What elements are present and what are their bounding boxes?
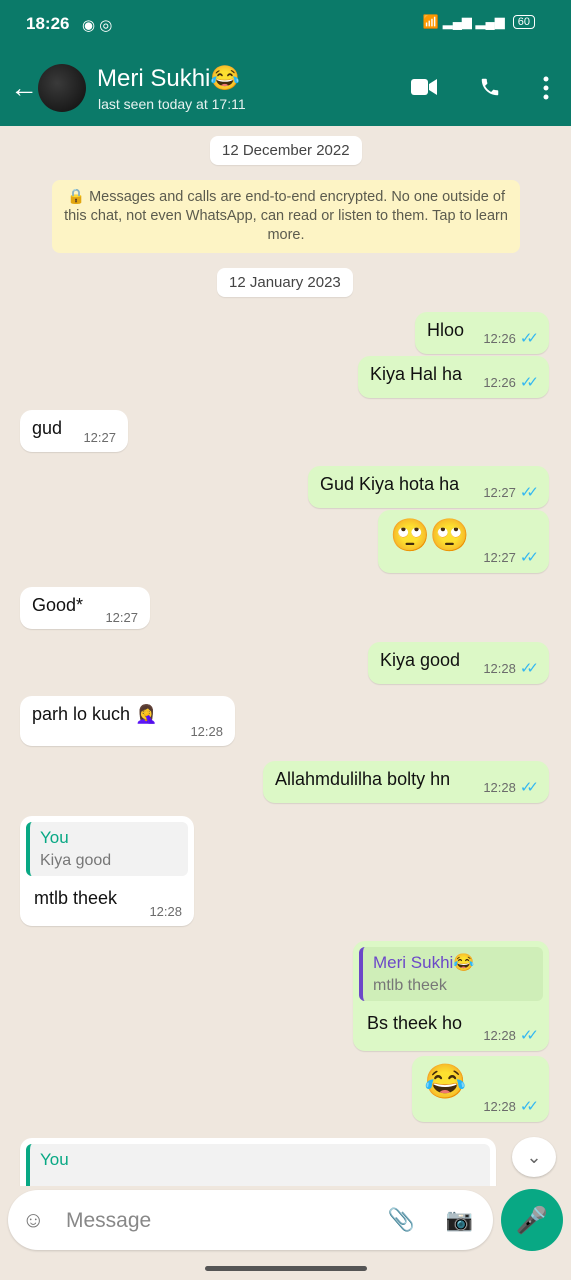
quoted-message[interactable]: You [26,1144,490,1186]
more-vert-icon[interactable] [543,76,549,100]
message-out[interactable]: Gud Kiya hota ha 12:27 ✓✓ [308,466,549,508]
message-out-reply[interactable]: Meri Sukhi😂 mtlb theek Bs theek ho 12:28… [353,941,549,1051]
message-in[interactable]: gud 12:27 [20,410,128,452]
message-time: 12:27 [483,549,516,565]
message-out[interactable]: Allahmdulilha bolty hn 12:28 ✓✓ [263,761,549,803]
paperclip-icon[interactable]: 📎 [388,1207,415,1233]
message-out[interactable]: 🙄🙄 12:27 ✓✓ [378,510,549,573]
message-time: 12:28 [483,1098,516,1114]
message-out[interactable]: 😂 12:28 ✓✓ [412,1056,549,1122]
emoji-icon[interactable]: ☺ [22,1207,44,1233]
double-tick-icon: ✓✓ [519,549,539,566]
double-tick-icon: ✓✓ [519,374,539,391]
quote-author: You [40,828,69,847]
double-tick-icon: ✓✓ [519,330,539,347]
message-text: Kiya good [380,650,461,670]
quote-text: Kiya good [40,852,112,869]
chat-area[interactable]: 12 December 2022 🔒 Messages and calls ar… [0,126,571,1186]
mic-icon[interactable]: 🎤 [501,1189,563,1251]
notification-icons: ◉ ◎ [82,17,113,34]
chevron-down-icon[interactable]: ⌄ [512,1137,556,1177]
double-tick-icon: ✓✓ [519,1027,539,1044]
encryption-notice[interactable]: 🔒 Messages and calls are end-to-end encr… [52,180,520,253]
last-seen: last seen today at 17:11 [98,96,246,112]
date-chip: 12 December 2022 [210,136,362,165]
message-input[interactable] [64,1202,368,1240]
message-text: gud [32,418,63,438]
status-bar: 18:26 ◉ ◎ 📶 ▂▄▆ ▂▄▆ 60 [0,0,571,50]
message-time: 12:26 [483,374,516,390]
quote-text: mtlb theek [373,977,447,994]
message-in-reply[interactable]: You Kiya good mtlb theek 12:28 [20,816,194,926]
message-out[interactable]: Kiya good 12:28 ✓✓ [368,642,549,684]
home-indicator[interactable] [205,1266,367,1271]
double-tick-icon: ✓✓ [519,660,539,677]
message-text: Allahmdulilha bolty hn [275,769,451,789]
quoted-message[interactable]: You Kiya good [26,822,188,876]
message-out[interactable]: Kiya Hal ha 12:26 ✓✓ [358,356,549,398]
message-time: 12:28 [483,779,516,795]
message-text: parh lo kuch 🤦‍♀️ [32,704,158,724]
avatar[interactable] [38,64,86,112]
phone-icon[interactable] [477,76,503,98]
message-composer: ☺ 📎 📷 [8,1190,493,1250]
signal-icons: 📶 ▂▄▆ ▂▄▆ [422,14,505,29]
system-nav-bar [0,1258,571,1280]
battery-icon: 60 [512,15,535,29]
message-in[interactable]: Good* 12:27 [20,587,150,629]
double-tick-icon: ✓✓ [519,779,539,796]
message-time: 12:26 [483,330,516,346]
message-time: 12:27 [105,610,138,625]
status-time: 18:26 [26,14,70,33]
message-text: 🙄🙄 [390,517,470,553]
message-in-reply[interactable]: You [20,1138,496,1186]
message-time: 12:28 [483,660,516,676]
message-time: 12:28 [149,904,182,919]
message-in[interactable]: parh lo kuch 🤦‍♀️ 12:28 [20,696,235,746]
camera-icon[interactable]: 📷 [446,1207,473,1233]
message-text: 😂 [424,1063,467,1101]
chat-header: ← Meri Sukhi😂 last seen today at 17:11 [0,50,571,126]
message-out[interactable]: Hloo 12:26 ✓✓ [415,312,549,354]
double-tick-icon: ✓✓ [519,484,539,501]
message-text: Good* [32,595,84,615]
status-right: 📶 ▂▄▆ ▂▄▆ 60 [423,14,535,30]
quote-author: Meri Sukhi😂 [373,953,475,972]
contact-name[interactable]: Meri Sukhi😂 [97,64,240,93]
message-time: 12:28 [483,1027,516,1043]
message-time: 12:27 [483,484,516,500]
message-time: 12:27 [83,430,116,445]
message-text: Kiya Hal ha [370,364,463,384]
message-time: 12:28 [190,724,223,739]
quoted-message[interactable]: Meri Sukhi😂 mtlb theek [359,947,543,1001]
message-text: Hloo [427,320,465,340]
date-chip: 12 January 2023 [217,268,353,297]
message-text: Gud Kiya hota ha [320,474,460,494]
quote-author: You [40,1150,69,1169]
video-call-icon[interactable] [411,76,437,98]
arrow-left-icon[interactable]: ← [10,72,38,104]
double-tick-icon: ✓✓ [519,1098,539,1115]
